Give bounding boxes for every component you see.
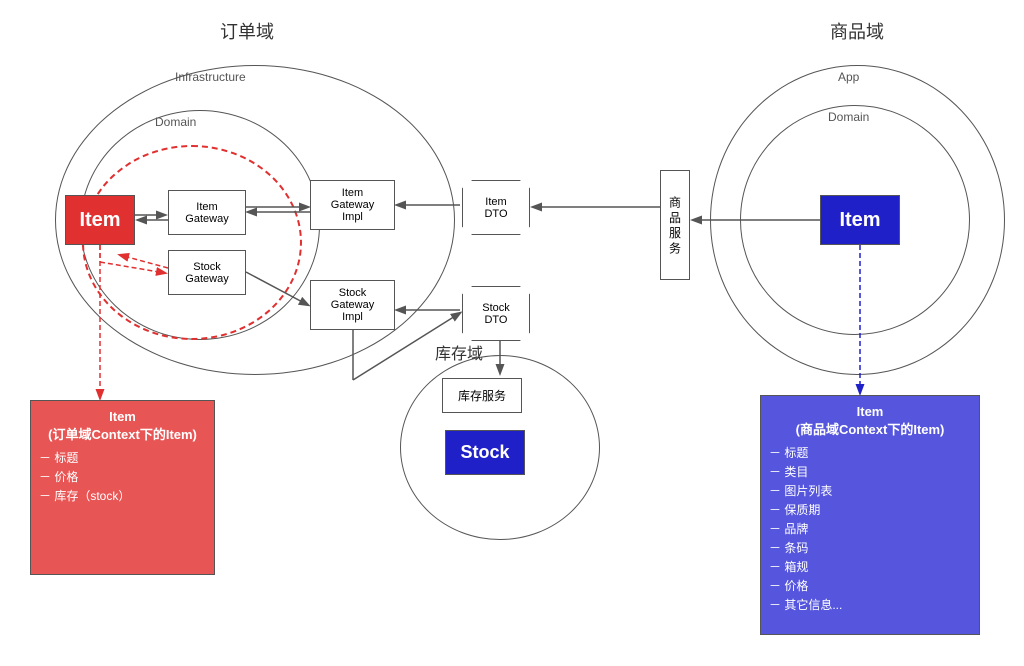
right-info-line-9: － 其它信息... <box>769 596 971 613</box>
right-info-line-5: － 品牌 <box>769 520 971 537</box>
stock-dto-box: Stock DTO <box>462 286 530 341</box>
left-info-title: Item(订单域Context下的Item) <box>39 409 206 443</box>
item-dto-box: Item DTO <box>462 180 530 235</box>
right-info-line-7: － 箱规 <box>769 558 971 575</box>
item-gateway-impl-box: Item Gateway Impl <box>310 180 395 230</box>
diagram: 订单域 商品域 Infrastructure Domain Item Item … <box>0 0 1024 666</box>
right-info-line-1: － 标题 <box>769 444 971 461</box>
stock-gateway-box: Stock Gateway <box>168 250 246 295</box>
right-info-line-3: － 图片列表 <box>769 482 971 499</box>
left-info-line-1: － 标题 <box>39 449 206 466</box>
item-gateway-box: Item Gateway <box>168 190 246 235</box>
right-info-line-4: － 保质期 <box>769 501 971 518</box>
app-label: App <box>838 70 859 84</box>
left-item-box: Item <box>65 195 135 245</box>
left-domain-title: 订单域 <box>220 18 274 44</box>
stock-box: Stock <box>445 430 525 475</box>
left-info-line-3: － 库存（stock） <box>39 487 206 504</box>
infrastructure-label: Infrastructure <box>175 70 246 84</box>
right-item-box: Item <box>820 195 900 245</box>
kucun-service-box: 库存服务 <box>442 378 522 413</box>
right-info-box: Item(商品域Context下的Item) － 标题 － 类目 － 图片列表 … <box>760 395 980 635</box>
left-domain-label: Domain <box>155 115 196 129</box>
right-info-title: Item(商品域Context下的Item) <box>769 404 971 438</box>
left-info-box: Item(订单域Context下的Item) － 标题 － 价格 － 库存（st… <box>30 400 215 575</box>
right-domain-label: Domain <box>828 110 869 124</box>
stock-gateway-impl-box: Stock Gateway Impl <box>310 280 395 330</box>
right-info-line-6: － 条码 <box>769 539 971 556</box>
shangpin-service-box: 商 品 服 务 <box>660 170 690 280</box>
right-domain-title: 商品域 <box>830 18 884 44</box>
left-info-line-2: － 价格 <box>39 468 206 485</box>
right-info-line-2: － 类目 <box>769 463 971 480</box>
right-info-line-8: － 价格 <box>769 577 971 594</box>
stock-domain-title: 库存域 <box>435 340 483 364</box>
